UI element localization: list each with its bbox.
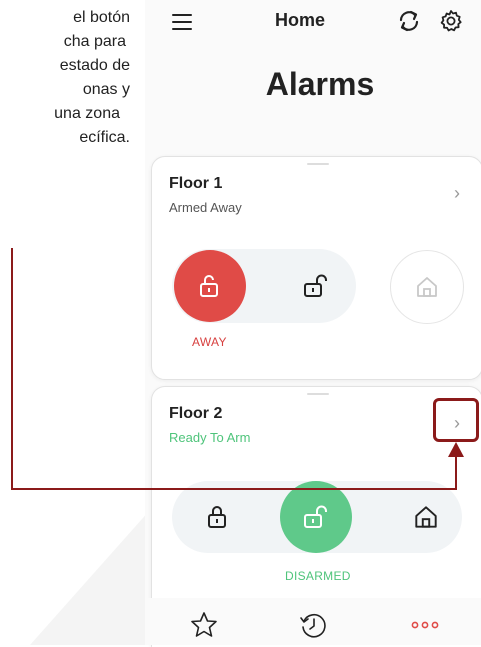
refresh-icon[interactable] [396,8,422,34]
annotation-connector [11,248,13,490]
lock-unlocked-icon [304,505,327,528]
annotation-arrow-icon [448,442,464,457]
home-icon [415,506,437,528]
annotation-line: una zona [54,105,120,122]
annotation-text: el botón cha para estado de onas y una z… [0,6,130,150]
annotation-line: el botón [73,9,130,26]
bottom-nav [145,598,481,645]
header-title: Home [274,10,325,30]
away-button[interactable] [182,481,254,553]
zone-card-floor-1[interactable]: Floor 1 Armed Away › AWAY [151,156,481,380]
gear-icon[interactable] [438,8,464,34]
annotation-line: onas y [82,81,130,98]
disarm-button[interactable] [280,481,352,553]
lock-icon [208,506,226,528]
drag-handle[interactable] [307,393,329,395]
lock-unlocked-icon [304,274,327,297]
zone-name: Floor 1 [169,175,223,192]
annotation-connector [11,488,457,490]
drag-handle[interactable] [307,163,329,165]
star-icon[interactable] [189,610,219,640]
history-icon[interactable] [298,610,328,640]
stay-button[interactable] [390,250,464,324]
lock-open-icon [200,275,218,297]
zone-status: Armed Away [169,200,242,215]
home-icon [417,277,437,297]
annotation-connector [455,456,457,490]
zone-name: Floor 2 [169,405,223,422]
chevron-right-icon[interactable]: › [454,183,460,204]
hamburger-menu-icon[interactable] [172,14,192,30]
disarm-button[interactable] [280,250,352,322]
arm-state-label: DISARMED [285,569,351,583]
page-title: Alarms [265,66,375,102]
zone-status: Ready To Arm [169,430,251,445]
more-dots-icon[interactable] [411,620,439,630]
annotation-line: cha para [63,33,126,50]
away-button[interactable] [174,250,246,322]
annotation-line: estado de [59,57,130,74]
stay-button[interactable] [390,481,462,553]
arm-state-label: AWAY [192,335,227,349]
annotation-highlight-box [433,398,479,442]
annotation-line: ecífica. [79,129,130,146]
